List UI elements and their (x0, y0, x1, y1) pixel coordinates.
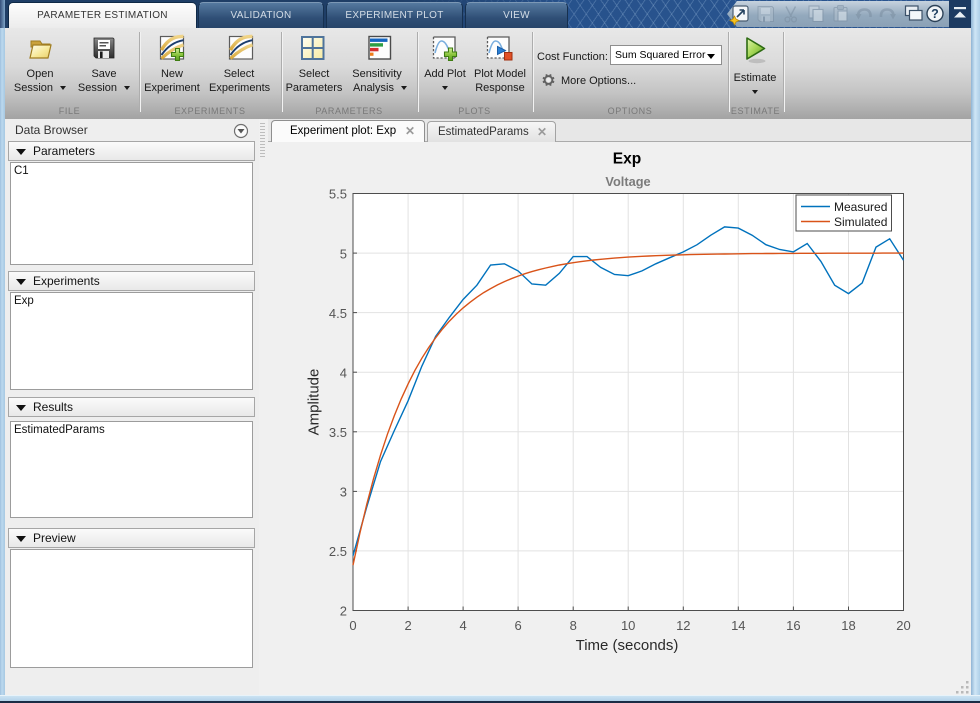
svg-text:Voltage: Voltage (605, 174, 650, 189)
svg-text:18: 18 (841, 618, 855, 633)
svg-text:12: 12 (676, 618, 690, 633)
svg-text:10: 10 (621, 618, 635, 633)
svg-text:2: 2 (404, 618, 411, 633)
svg-text:3: 3 (340, 485, 347, 500)
svg-text:5.5: 5.5 (329, 187, 347, 202)
svg-text:5: 5 (340, 246, 347, 261)
svg-text:6: 6 (514, 618, 521, 633)
svg-text:Time (seconds): Time (seconds) (576, 637, 679, 654)
svg-text:20: 20 (896, 618, 910, 633)
svg-text:8: 8 (570, 618, 577, 633)
svg-text:Exp: Exp (613, 151, 641, 168)
svg-text:?: ? (931, 7, 939, 21)
svg-text:2.5: 2.5 (329, 544, 347, 559)
svg-text:4: 4 (340, 365, 347, 380)
svg-text:4: 4 (459, 618, 466, 633)
svg-text:Measured: Measured (834, 200, 887, 214)
svg-text:16: 16 (786, 618, 800, 633)
svg-text:Simulated: Simulated (834, 215, 887, 229)
svg-text:Amplitude: Amplitude (306, 369, 323, 436)
svg-text:2: 2 (340, 604, 347, 619)
svg-text:14: 14 (731, 618, 745, 633)
svg-text:0: 0 (349, 618, 356, 633)
svg-text:3.5: 3.5 (329, 425, 347, 440)
svg-text:4.5: 4.5 (329, 306, 347, 321)
